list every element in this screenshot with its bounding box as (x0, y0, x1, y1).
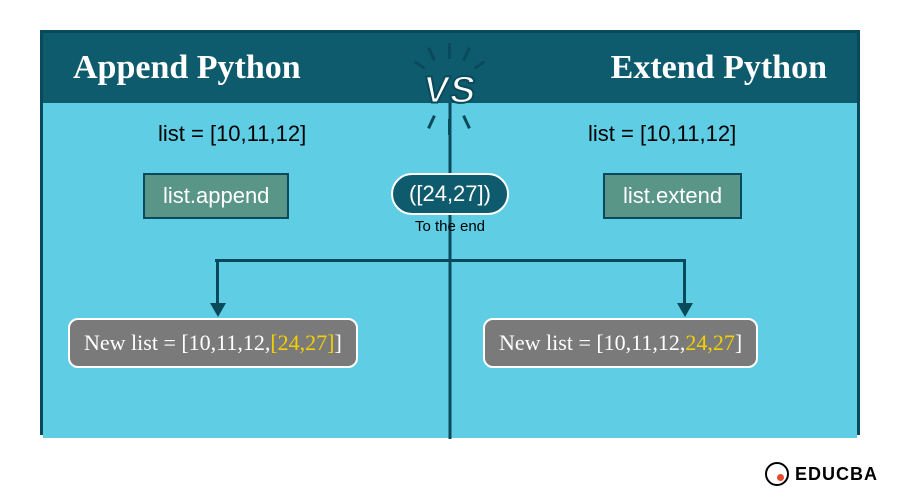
arrowhead-icon (677, 303, 693, 317)
diagram-frame: Append Python Extend Python VS list = [1… (40, 30, 860, 435)
left-initial-list: list = [10,11,12] (158, 121, 306, 147)
brand-name: EDUCBA (795, 464, 878, 485)
connector-line (683, 259, 686, 307)
connector-line (216, 259, 219, 307)
append-result-box: New list = [10,11,12,[24,27]] (68, 318, 358, 368)
right-initial-list: list = [10,11,12] (588, 121, 736, 147)
diagram-body: list = [10,11,12] list = [10,11,12] list… (43, 103, 857, 438)
extend-method-chip: list.extend (603, 173, 742, 219)
result-text: New list = [10,11,12, (84, 330, 270, 355)
arrowhead-icon (210, 303, 226, 317)
result-text: ] (735, 330, 742, 355)
vs-text: VS (421, 70, 480, 113)
argument-sublabel: To the end (415, 218, 485, 235)
result-highlight: [24,27] (270, 330, 334, 355)
logo-icon (765, 462, 789, 486)
argument-pill: ([24,27]) (391, 173, 509, 215)
vs-badge: VS (400, 51, 500, 131)
brand-logo: EDUCBA (765, 462, 878, 486)
title-extend: Extend Python (611, 49, 827, 87)
connector-line (449, 211, 452, 439)
result-text: ] (335, 330, 342, 355)
title-append: Append Python (73, 49, 301, 87)
result-highlight: 24,27 (685, 330, 735, 355)
extend-result-box: New list = [10,11,12,24,27] (483, 318, 758, 368)
append-method-chip: list.append (143, 173, 289, 219)
result-text: New list = [10,11,12, (499, 330, 685, 355)
